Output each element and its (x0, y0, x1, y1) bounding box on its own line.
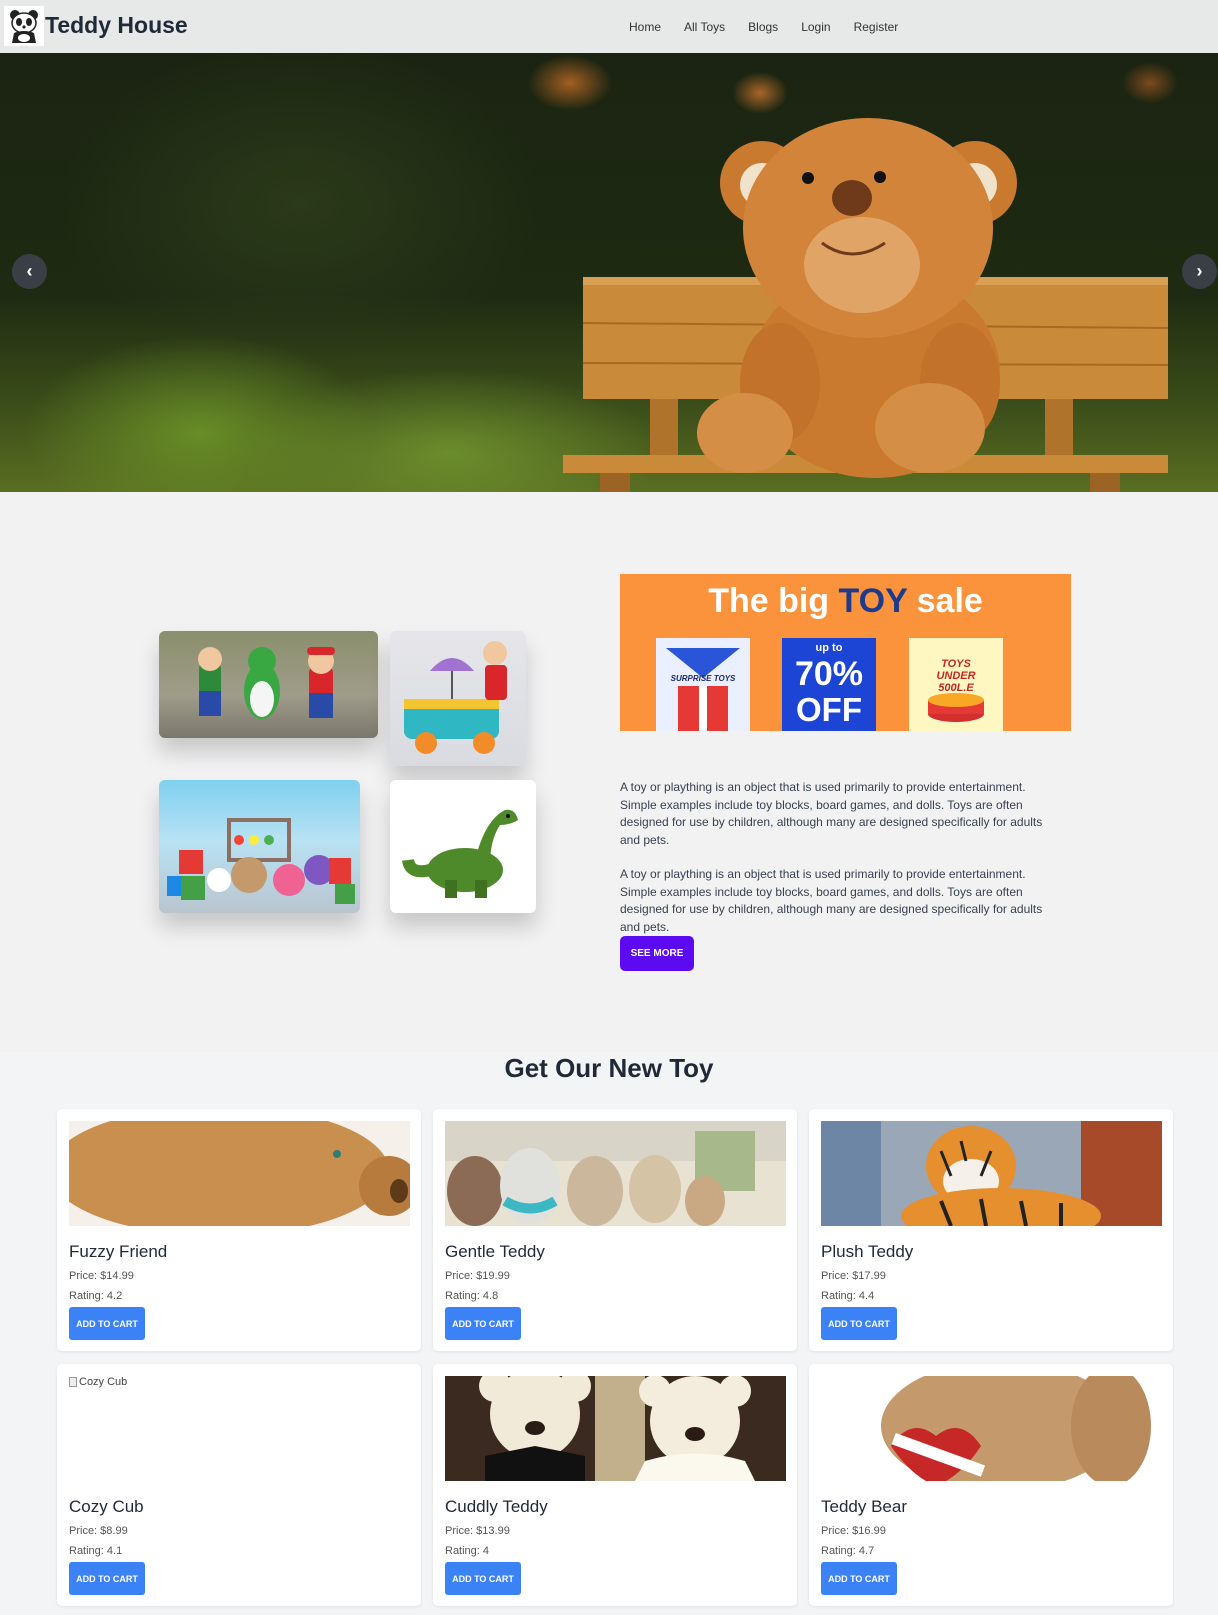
add-to-cart-button[interactable]: ADD TO CART (821, 1562, 897, 1595)
toys-under-500-card: TOYS UNDER 500L.E (909, 638, 1003, 731)
toy-price: Price: $8.99 (69, 1525, 128, 1537)
nav-link-login[interactable]: Login (801, 20, 830, 34)
toy-card-cozy-cub: Cozy Cub Cozy Cub Price: $8.99 Rating: 4… (57, 1364, 421, 1606)
toys-under-500-label: TOYS UNDER 500L.E (936, 658, 976, 694)
toy-name[interactable]: Cozy Cub (69, 1497, 144, 1517)
cozy-cub-broken-image: Cozy Cub (69, 1376, 127, 1388)
about-paragraph-2: A toy or plaything is an object that is … (620, 867, 1043, 934)
discount-up-to-label: up to (815, 642, 843, 654)
nav-link-home[interactable]: Home (629, 20, 661, 34)
toy-price: Price: $17.99 (821, 1270, 886, 1282)
teddy-bear-heart-image (821, 1376, 1162, 1481)
surprise-toys-card: SURPRISE TOYS (656, 638, 750, 731)
mario-figures-image (159, 631, 378, 738)
fuzzy-friend-image (69, 1121, 410, 1226)
add-to-cart-button[interactable]: ADD TO CART (445, 1307, 521, 1340)
toy-rating: Rating: 4.1 (69, 1545, 123, 1557)
sale-banner-title: The big TOY sale (708, 582, 983, 620)
toy-rating: Rating: 4.2 (69, 1290, 123, 1302)
toy-name[interactable]: Teddy Bear (821, 1497, 907, 1517)
toy-rating: Rating: 4.7 (821, 1545, 875, 1557)
plush-teddy-image (821, 1121, 1162, 1226)
add-to-cart-button[interactable]: ADD TO CART (69, 1562, 145, 1595)
cuddly-teddy-image (445, 1376, 786, 1481)
about-section: The big TOY sale SURPRISE TOYS up to 70%… (0, 492, 1218, 1052)
image-alt-text: Cozy Cub (79, 1376, 128, 1388)
nav-links: Home All Toys Blogs Login Register (629, 20, 921, 34)
carousel-prev-button[interactable]: ‹ (12, 254, 47, 289)
toy-card-cuddly-teddy: Cuddly Teddy Price: $13.99 Rating: 4 ADD… (433, 1364, 797, 1606)
surprise-toys-label: SURPRISE TOYS (670, 674, 736, 683)
add-to-cart-button[interactable]: ADD TO CART (69, 1307, 145, 1340)
toy-card-plush-teddy: Plush Teddy Price: $17.99 Rating: 4.4 AD… (809, 1109, 1173, 1351)
nav-link-blogs[interactable]: Blogs (748, 20, 778, 34)
toy-rating: Rating: 4 (445, 1545, 490, 1557)
toy-card-fuzzy-friend: Fuzzy Friend Price: $14.99 Rating: 4.2 A… (57, 1109, 421, 1351)
add-to-cart-button[interactable]: ADD TO CART (821, 1307, 897, 1340)
toy-price: Price: $13.99 (445, 1525, 510, 1537)
dinosaur-plush-image (390, 780, 536, 913)
brand-name[interactable]: Teddy House (45, 12, 188, 39)
toy-sale-banner[interactable]: The big TOY sale SURPRISE TOYS up to 70%… (620, 574, 1071, 731)
toy-rating: Rating: 4.8 (445, 1290, 499, 1302)
toy-rating: Rating: 4.4 (821, 1290, 875, 1302)
nav-link-register[interactable]: Register (854, 20, 899, 34)
toy-price: Price: $16.99 (821, 1525, 886, 1537)
new-toys-title: Get Our New Toy (504, 1053, 714, 1083)
toy-name[interactable]: Plush Teddy (821, 1242, 913, 1262)
nav-link-all-toys[interactable]: All Toys (684, 20, 725, 34)
toy-name[interactable]: Fuzzy Friend (69, 1242, 167, 1262)
panda-logo-icon[interactable] (4, 6, 44, 46)
discount-70-off-card: up to 70% OFF (782, 638, 876, 731)
carousel-next-button[interactable]: › (1182, 254, 1217, 289)
discount-off-label: OFF (796, 691, 862, 728)
toy-name[interactable]: Cuddly Teddy (445, 1497, 548, 1517)
navbar: Teddy House Home All Toys Blogs Login Re… (0, 0, 1218, 53)
toy-pile-image (159, 780, 360, 913)
toy-name[interactable]: Gentle Teddy (445, 1242, 545, 1262)
toy-card-teddy-bear: Teddy Bear Price: $16.99 Rating: 4.7 ADD… (809, 1364, 1173, 1606)
hero-carousel: ‹ › (0, 53, 1218, 492)
add-to-cart-button[interactable]: ADD TO CART (445, 1562, 521, 1595)
teddy-bear-on-bench-image (563, 118, 1169, 492)
discount-value: 70% (794, 655, 864, 693)
about-paragraph-1: A toy or plaything is an object that is … (620, 780, 1043, 847)
broken-image-icon (69, 1377, 77, 1387)
toy-card-gentle-teddy: Gentle Teddy Price: $19.99 Rating: 4.8 A… (433, 1109, 797, 1351)
see-more-button[interactable]: SEE MORE (620, 936, 694, 971)
toy-price: Price: $14.99 (69, 1270, 134, 1282)
ice-cream-cart-toy-image (390, 631, 526, 766)
toy-price: Price: $19.99 (445, 1270, 510, 1282)
gentle-teddy-image (445, 1121, 786, 1226)
